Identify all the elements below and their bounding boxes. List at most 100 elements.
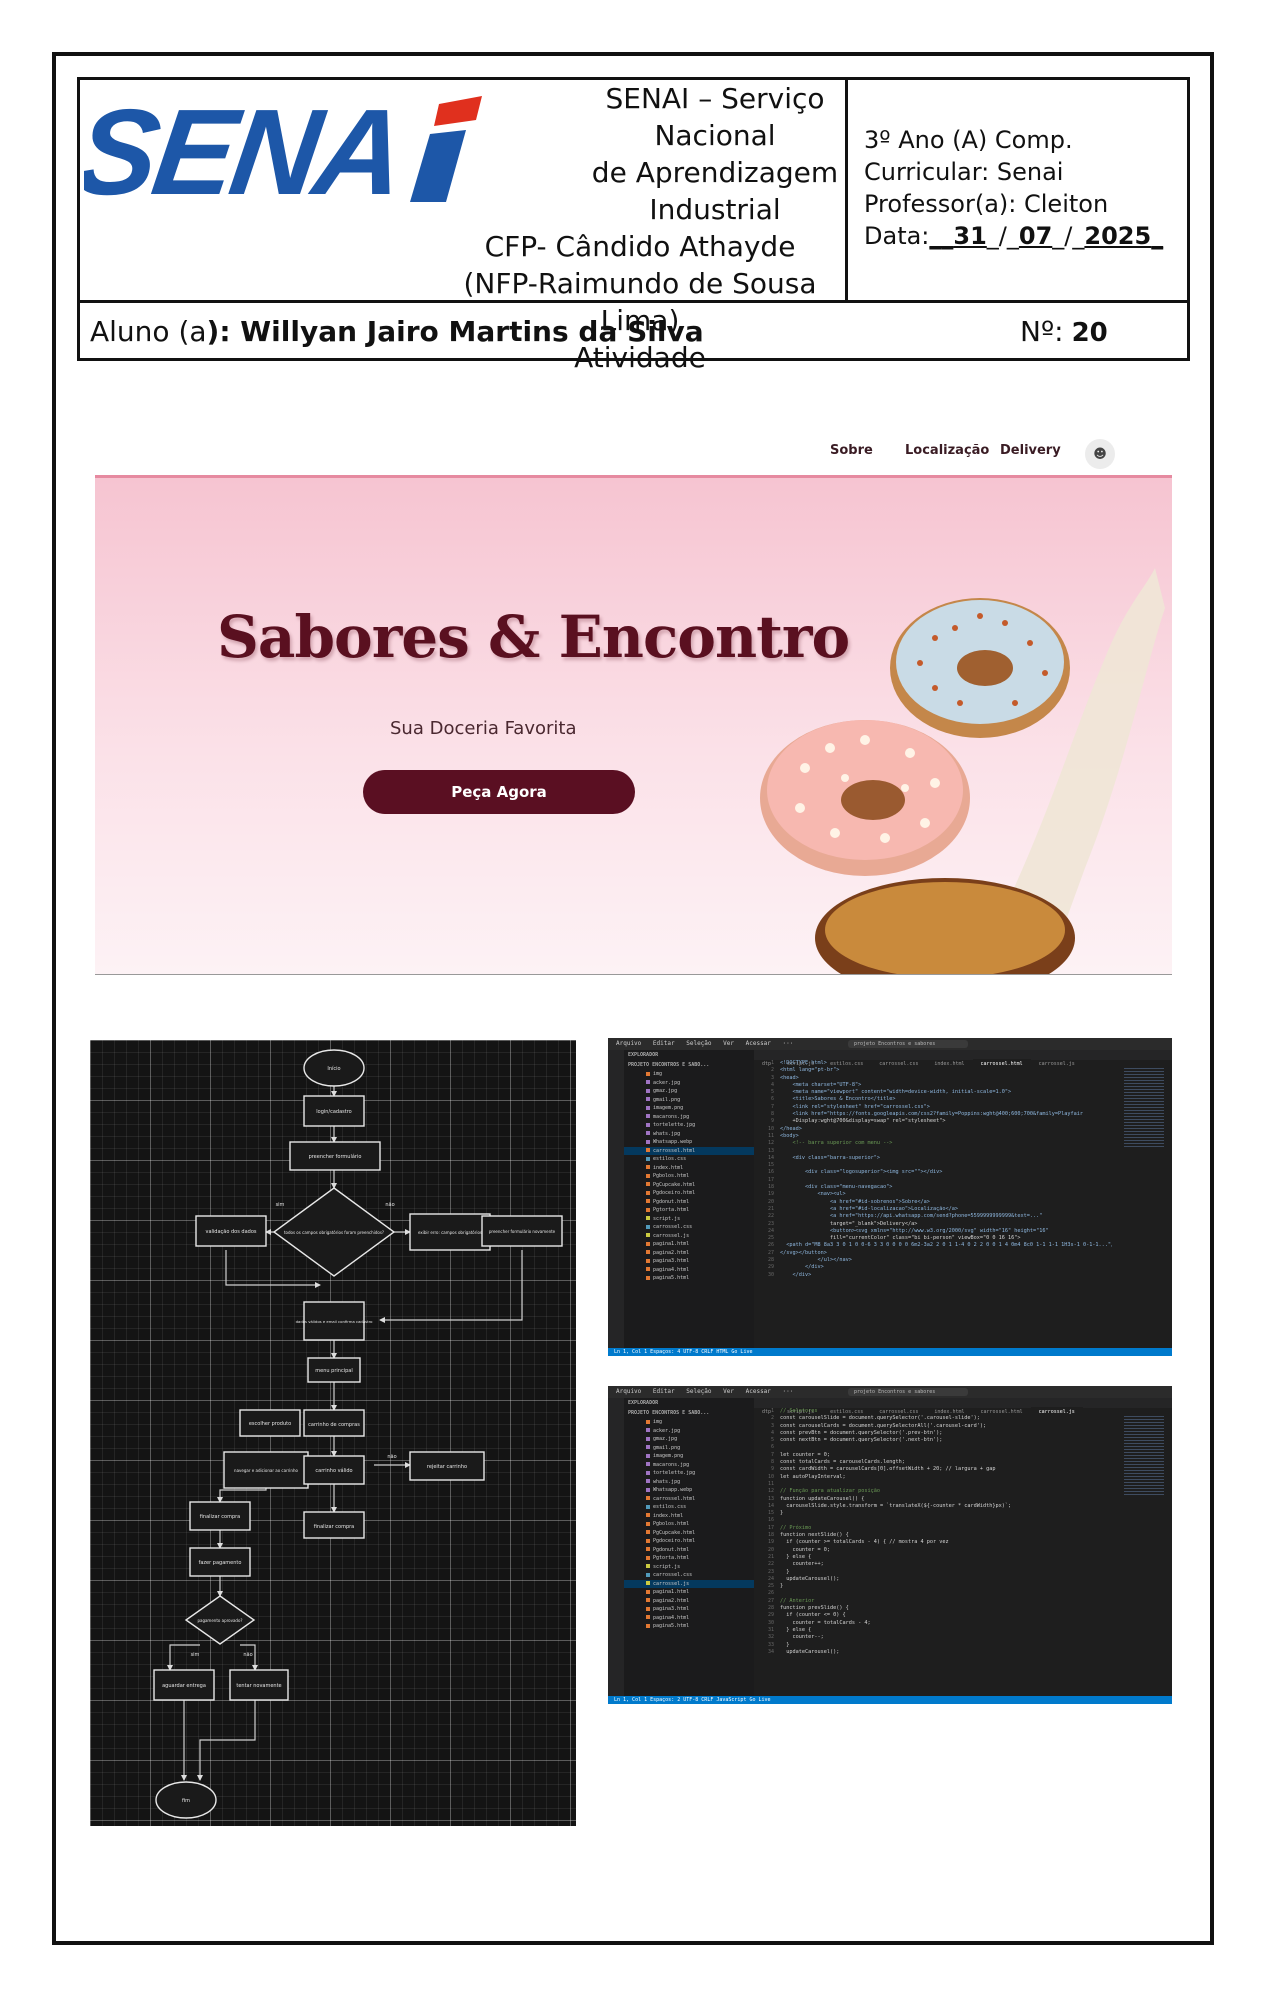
file-item[interactable]: pagina5.html xyxy=(624,1622,754,1631)
flow-node-menu: menu principal xyxy=(315,1368,352,1374)
file-item[interactable]: img xyxy=(624,1418,754,1427)
file-item[interactable]: pagina2.html xyxy=(624,1597,754,1606)
file-item[interactable]: imagem.png xyxy=(624,1104,754,1113)
file-item[interactable]: tortelette.jpg xyxy=(624,1121,754,1130)
file-item[interactable]: gmail.png xyxy=(624,1096,754,1105)
editor-search[interactable]: projeto Encontros e sabores xyxy=(848,1388,968,1396)
file-item[interactable]: carrossel.css xyxy=(624,1571,754,1580)
file-item[interactable]: Pgdonut.html xyxy=(624,1198,754,1207)
file-item[interactable]: carrossel.js xyxy=(624,1232,754,1241)
editor-search[interactable]: projeto Encontros e sabores xyxy=(848,1040,968,1048)
file-item[interactable]: gmail.png xyxy=(624,1444,754,1453)
file-item[interactable]: Whatsapp.webp xyxy=(624,1486,754,1495)
flow-label-yes-2: sim xyxy=(191,1652,200,1658)
number-line: Nº: 20 xyxy=(1020,308,1108,357)
menu-item[interactable]: ··· xyxy=(783,1388,794,1395)
flow-label-no-3: não xyxy=(243,1652,252,1658)
file-item[interactable]: pagina1.html xyxy=(624,1588,754,1597)
file-item[interactable]: Pgdonut.html xyxy=(624,1546,754,1555)
menu-item[interactable]: Seleção xyxy=(686,1040,711,1047)
file-item[interactable]: acker.jpg xyxy=(624,1427,754,1436)
file-item[interactable]: pagina3.html xyxy=(624,1605,754,1614)
code-editor-js: Arquivo Editar Seleção Ver Acessar ··· p… xyxy=(608,1386,1172,1704)
code-area[interactable]: <!DOCTYPE html> <html lang="pt-br"> <head>… xyxy=(754,1060,1112,1348)
order-now-button[interactable]: Peça Agora xyxy=(363,770,635,814)
menu-item[interactable]: Ver xyxy=(723,1040,734,1047)
file-item[interactable]: carrossel.html xyxy=(624,1146,754,1155)
date-month: 07 xyxy=(1018,222,1053,250)
file-item[interactable]: macarons.jpg xyxy=(624,1113,754,1122)
grade-text: 3º Ano (A) Comp. xyxy=(864,126,1073,154)
activity-bar xyxy=(608,1050,624,1348)
file-item[interactable]: img xyxy=(624,1070,754,1079)
code-line: <div class="menu-navegacao"> xyxy=(780,1184,893,1191)
file-item[interactable]: estilos.css xyxy=(624,1503,754,1512)
code-line: } xyxy=(780,1641,790,1648)
user-icon[interactable]: ☻ xyxy=(1085,439,1115,469)
code-line: <div class="barra-superior"> xyxy=(780,1154,880,1161)
flow-node-start: Início xyxy=(327,1065,340,1072)
institution-line: Industrial xyxy=(649,193,781,226)
menu-item[interactable]: Editar xyxy=(653,1388,675,1395)
menu-item[interactable]: Seleção xyxy=(686,1388,711,1395)
code-area[interactable]: // Seletores const carouselSlide = docume… xyxy=(754,1408,1112,1696)
file-item[interactable]: Whatsapp.webp xyxy=(624,1138,754,1147)
file-item[interactable]: PgCupcake.html xyxy=(624,1529,754,1538)
menu-item[interactable]: Arquivo xyxy=(616,1040,641,1047)
file-item[interactable]: pagina4.html xyxy=(624,1614,754,1623)
menu-item[interactable]: Acessar xyxy=(746,1040,771,1047)
menu-item[interactable]: Arquivo xyxy=(616,1388,641,1395)
menu-item[interactable]: Ver xyxy=(723,1388,734,1395)
file-item[interactable]: whats.jpg xyxy=(624,1130,754,1139)
file-item[interactable]: Pgtorta.html xyxy=(624,1206,754,1215)
code-line: const carouselCards = document.querySele… xyxy=(780,1422,987,1429)
nav-sobre[interactable]: Sobre xyxy=(830,443,873,458)
file-item[interactable]: gmaz.jpg xyxy=(624,1087,754,1096)
file-item[interactable]: gmaz.jpg xyxy=(624,1435,754,1444)
minimap xyxy=(1124,1416,1164,1496)
flow-node-fill-again: preencher formulário novamente xyxy=(489,1229,556,1234)
file-item[interactable]: Pgdoceiro.html xyxy=(624,1537,754,1546)
nav-delivery[interactable]: Delivery xyxy=(1000,443,1061,458)
editor-tabs: dtp script.js estilos.css carrossel.css inde… xyxy=(754,1398,1172,1417)
file-item[interactable]: Pgtorta.html xyxy=(624,1554,754,1563)
hero-banner: Sabores & Encontro Sua Doceria Favorita … xyxy=(95,475,1172,975)
flow-label-yes: sim xyxy=(276,1202,285,1208)
code-line: <a href="#id-sobrenos">Sobre</a> xyxy=(780,1198,930,1205)
file-item[interactable]: carrossel.css xyxy=(624,1223,754,1232)
file-item[interactable]: pagina5.html xyxy=(624,1274,754,1283)
file-item[interactable]: pagina3.html xyxy=(624,1257,754,1266)
file-item[interactable]: script.js xyxy=(624,1563,754,1572)
date-day: 31 xyxy=(953,222,987,250)
file-item[interactable]: carrossel.js xyxy=(624,1579,754,1588)
file-item[interactable]: Pgdoceiro.html xyxy=(624,1189,754,1198)
file-item[interactable]: PgCupcake.html xyxy=(624,1181,754,1190)
teacher-text: Professor(a): Cleiton xyxy=(864,190,1109,218)
code-line: <title>Sabores & Encontro</title> xyxy=(780,1096,896,1103)
file-item[interactable]: pagina4.html xyxy=(624,1266,754,1275)
file-item[interactable]: script.js xyxy=(624,1215,754,1224)
file-item[interactable]: Pgbolos.html xyxy=(624,1520,754,1529)
header-row-top: SENA SENAI – Serviço Nacional de Aprendi… xyxy=(80,80,1187,374)
file-item[interactable]: index.html xyxy=(624,1164,754,1173)
file-item[interactable]: acker.jpg xyxy=(624,1079,754,1088)
file-item[interactable]: macarons.jpg xyxy=(624,1461,754,1470)
code-line: </ul></nav> xyxy=(780,1257,852,1264)
file-item[interactable]: pagina2.html xyxy=(624,1249,754,1258)
menu-item[interactable]: Acessar xyxy=(746,1388,771,1395)
file-item[interactable]: imagem.png xyxy=(624,1452,754,1461)
file-item[interactable]: carrossel.html xyxy=(624,1495,754,1504)
menu-item[interactable]: Editar xyxy=(653,1040,675,1047)
file-item[interactable]: tortelette.jpg xyxy=(624,1469,754,1478)
file-item[interactable]: Pgbolos.html xyxy=(624,1172,754,1181)
nav-localizacao[interactable]: Localização xyxy=(905,443,989,458)
menu-item[interactable]: ··· xyxy=(783,1040,794,1047)
project-title: PROJETO ENCONTROS E SABO... xyxy=(628,1062,710,1068)
file-item[interactable]: index.html xyxy=(624,1512,754,1521)
file-item[interactable]: whats.jpg xyxy=(624,1478,754,1487)
file-item[interactable]: estilos.css xyxy=(624,1155,754,1164)
file-item[interactable]: pagina1.html xyxy=(624,1240,754,1249)
code-line: counter = totalCards - 4; xyxy=(780,1619,871,1626)
